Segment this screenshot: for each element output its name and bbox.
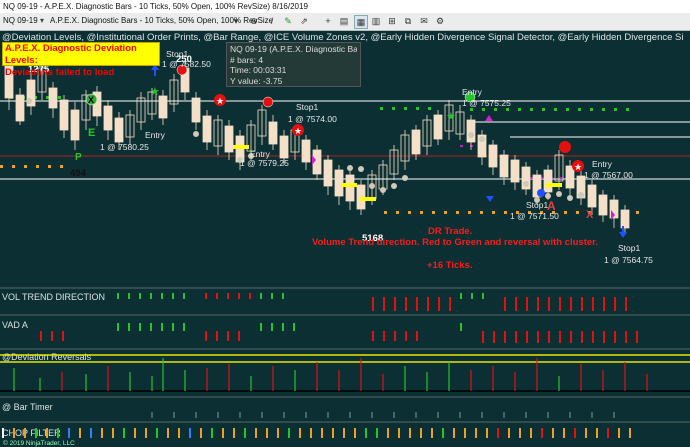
crosshair-icon[interactable]: +	[322, 15, 334, 27]
apex-warning-line1: A.P.E.X. Diagnostic Deviation Levels:	[5, 43, 137, 66]
data-box-icon[interactable]: ▤	[338, 15, 350, 27]
price-label-7575-25: 1 @ 7575.25	[462, 98, 511, 108]
panel-title-dev-rev: @Deviation Reversals	[2, 352, 92, 362]
data-box-panel: NQ 09-19 (A.P.E.X. Diagnostic Bars - 10 …	[226, 42, 361, 87]
draw-arrow-icon[interactable]: ⇗	[298, 15, 310, 27]
annotation-dr-trade: DR Trade.	[428, 226, 472, 237]
templates-icon[interactable]: ✉	[418, 15, 430, 27]
instrument-selector[interactable]: NQ 09-19	[3, 15, 38, 27]
signal-p-letter: P	[75, 152, 82, 163]
price-label-7580-25: 1 @ 7580.25	[100, 142, 149, 152]
signal-e-letter: E	[88, 127, 95, 139]
stop1-label-mid: Stop1	[296, 102, 318, 112]
window-title: NQ 09-19 - A.P.E.X. Diagnostic Bars - 10…	[3, 2, 308, 11]
price-label-7571-50: 1 @ 7571.50	[510, 211, 559, 221]
magnify-icon[interactable]: ⊕	[248, 15, 260, 27]
data-box-bars: # bars: 4	[230, 54, 264, 65]
chart-toolbar: NQ 09-19 ▾ A.P.E.X. Diagnostic Bars - 10…	[0, 13, 690, 31]
instrument-dropdown-icon[interactable]: ▾	[40, 15, 44, 27]
signal-x-letter: X	[586, 209, 594, 221]
price-chart[interactable]: @Deviation Levels, @Institutional Order …	[0, 31, 690, 447]
bar-timer-ticks	[151, 412, 615, 418]
entry-label-4: Entry	[592, 159, 613, 169]
panel-title-bar-timer: @ Bar Timer	[2, 402, 53, 412]
windows-icon[interactable]: ⚙	[434, 15, 446, 27]
vol-trend-bars	[117, 293, 627, 311]
entry-label-1: Entry	[145, 130, 166, 140]
data-box-title: NQ 09-19 (A.P.E.X. Diagnostic Bars - 10 …	[230, 44, 357, 54]
green-dotted-level	[10, 96, 629, 111]
svg-text:★: ★	[574, 162, 582, 172]
annotation-16-ticks: +16 Ticks.	[427, 260, 473, 271]
chart-trader-icon[interactable]: ▦	[354, 15, 368, 29]
window-titlebar: NQ 09-19 - A.P.E.X. Diagnostic Bars - 10…	[0, 0, 690, 13]
vad-bars	[40, 323, 638, 343]
svg-text:★: ★	[446, 111, 456, 123]
panel-title-vad: VAD A	[2, 320, 28, 330]
dev-rev-bars	[13, 358, 648, 391]
price-label-7567-00: 1 @ 7567.00	[584, 170, 633, 180]
data-box-time: Time: 00:03:31	[230, 65, 287, 75]
stop1-label-far: Stop1	[618, 243, 640, 253]
svg-text:★: ★	[216, 96, 224, 106]
panel-title-vol-trend: VOL TREND DIRECTION	[2, 292, 105, 302]
stop1-label-right: Stop1	[526, 200, 548, 210]
pencil-icon[interactable]: ✎	[282, 15, 294, 27]
copyright-label: © 2019 NinjaTrader, LLC	[3, 439, 75, 447]
price-label-7582-50: 1 @ 7582.50	[162, 59, 211, 69]
price-label-7564-75: 1 @ 7564.75	[604, 255, 653, 265]
properties-icon[interactable]: ▥	[370, 15, 382, 27]
apex-deviation-warning: A.P.E.X. Diagnostic Deviation Levels: De…	[2, 42, 160, 78]
entry-label-3: Entry	[462, 87, 483, 97]
chop-filter-bars	[2, 428, 631, 438]
panel-title-chop: CHOP FILTER	[2, 428, 61, 438]
svg-text:★: ★	[150, 86, 160, 98]
strategies-icon[interactable]: ⧉	[402, 15, 414, 27]
volume-label-494: 494	[70, 168, 87, 179]
apex-warning-line2: Deviations failed to load	[5, 67, 115, 78]
stop1-label-top: Stop1	[166, 49, 188, 59]
x-circle-letter: X	[88, 95, 94, 105]
price-label-7579-25: 1 @ 7579.25	[240, 158, 289, 168]
annotation-volume-trend: Volume Trend direction. Red to Green and…	[312, 237, 598, 248]
price-label-7574-00: 1 @ 7574.00	[288, 114, 337, 124]
bar-type-dropdown-icon[interactable]: ▾	[230, 15, 242, 27]
indicators-icon[interactable]: ⊞	[386, 15, 398, 27]
data-box-yvalue: Y value: -3.75	[230, 75, 283, 86]
svg-text:★: ★	[294, 126, 302, 136]
draw-line-icon[interactable]: /	[266, 15, 278, 27]
